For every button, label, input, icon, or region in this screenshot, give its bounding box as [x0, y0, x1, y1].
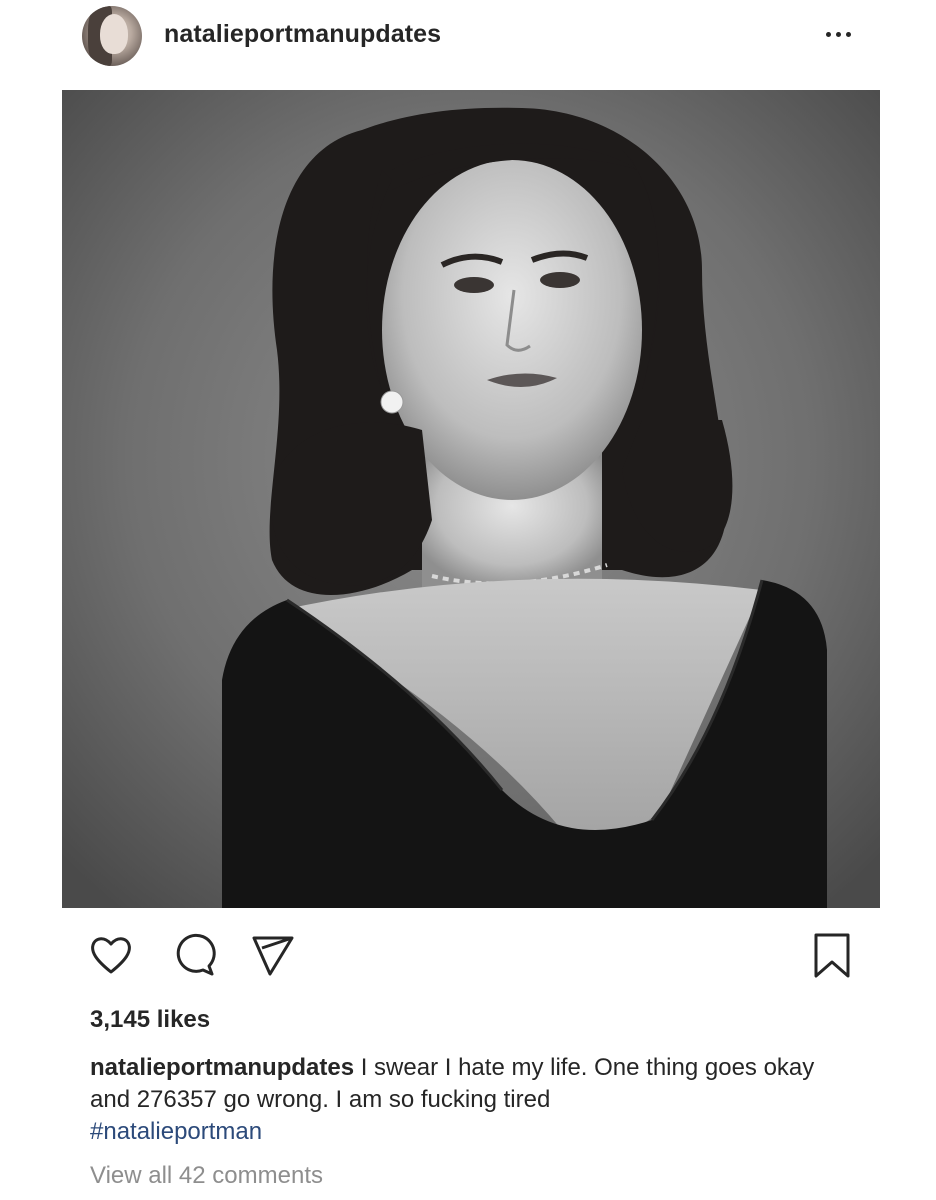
post-username[interactable]: natalieportmanupdates: [164, 20, 441, 49]
heart-icon[interactable]: [86, 930, 136, 980]
send-icon[interactable]: [248, 930, 298, 980]
more-dot: [825, 31, 831, 37]
caption-hashtag[interactable]: #natalieportman: [90, 1116, 830, 1148]
comment-icon[interactable]: [168, 930, 218, 980]
action-bar: [0, 930, 936, 986]
post-header: natalieportmanupdates: [0, 0, 936, 80]
bookmark-icon[interactable]: [806, 930, 856, 980]
likes-count[interactable]: 3,145 likes: [90, 1006, 210, 1034]
post-photo[interactable]: [62, 90, 880, 908]
avatar-face: [100, 14, 128, 54]
more-options-icon[interactable]: [818, 24, 858, 44]
more-dot: [845, 31, 851, 37]
more-dot: [835, 31, 841, 37]
view-comments-link[interactable]: View all 42 comments: [90, 1162, 323, 1190]
post-caption: natalieportmanupdates I swear I hate my …: [90, 1052, 830, 1148]
portrait-image: [62, 90, 880, 908]
avatar[interactable]: [82, 6, 142, 66]
caption-username[interactable]: natalieportmanupdates: [90, 1054, 354, 1081]
